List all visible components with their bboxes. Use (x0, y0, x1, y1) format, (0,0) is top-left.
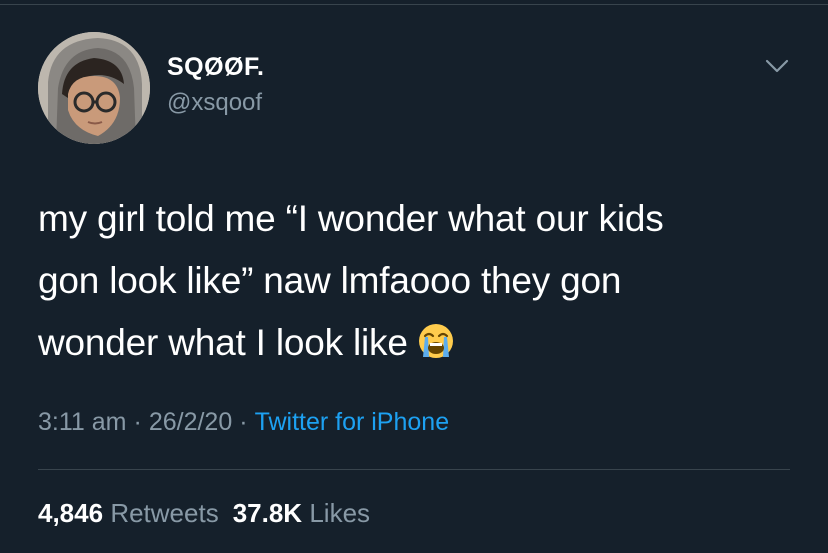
user-handle[interactable]: @xsqoof (167, 88, 262, 118)
avatar-image (38, 32, 150, 144)
retweets-stat[interactable]: 4,846 Retweets (38, 498, 219, 528)
tweet-date[interactable]: 26/2/20 (149, 408, 232, 436)
meta-separator: · (133, 408, 142, 436)
avatar[interactable] (38, 32, 150, 144)
chevron-down-icon[interactable] (765, 54, 789, 78)
loudly-crying-face-icon (416, 318, 456, 380)
tweet-time: 3:11 am (38, 408, 127, 436)
tweet-text-line: my girl told me “I wonder what our kids (38, 198, 664, 239)
likes-label: Likes (309, 498, 371, 528)
tweet-text-line: gon look like” naw lmfaooo they gon (38, 260, 622, 301)
meta-separator: · (239, 408, 248, 436)
tweet-text-line: wonder what I look like (38, 312, 798, 380)
retweets-count: 4,846 (38, 498, 104, 528)
top-divider (0, 4, 828, 5)
stats-divider (38, 469, 790, 470)
display-name[interactable]: SQØØF. (167, 52, 264, 82)
tweet-text-line-content: wonder what I look like (38, 322, 408, 363)
likes-count: 37.8K (232, 498, 303, 528)
tweet-card: SQØØF. @xsqoof my girl told me “I wonder… (0, 0, 828, 553)
retweets-label: Retweets (110, 498, 219, 528)
tweet-source-link[interactable]: Twitter for iPhone (255, 408, 450, 436)
tweet-meta: 3:11 am · 26/2/20 · Twitter for iPhone (38, 405, 449, 439)
tweet-text: my girl told me “I wonder what our kids … (38, 188, 798, 380)
tweet-stats: 4,846 Retweets 37.8K Likes (38, 496, 370, 530)
likes-stat[interactable]: 37.8K Likes (233, 498, 370, 528)
